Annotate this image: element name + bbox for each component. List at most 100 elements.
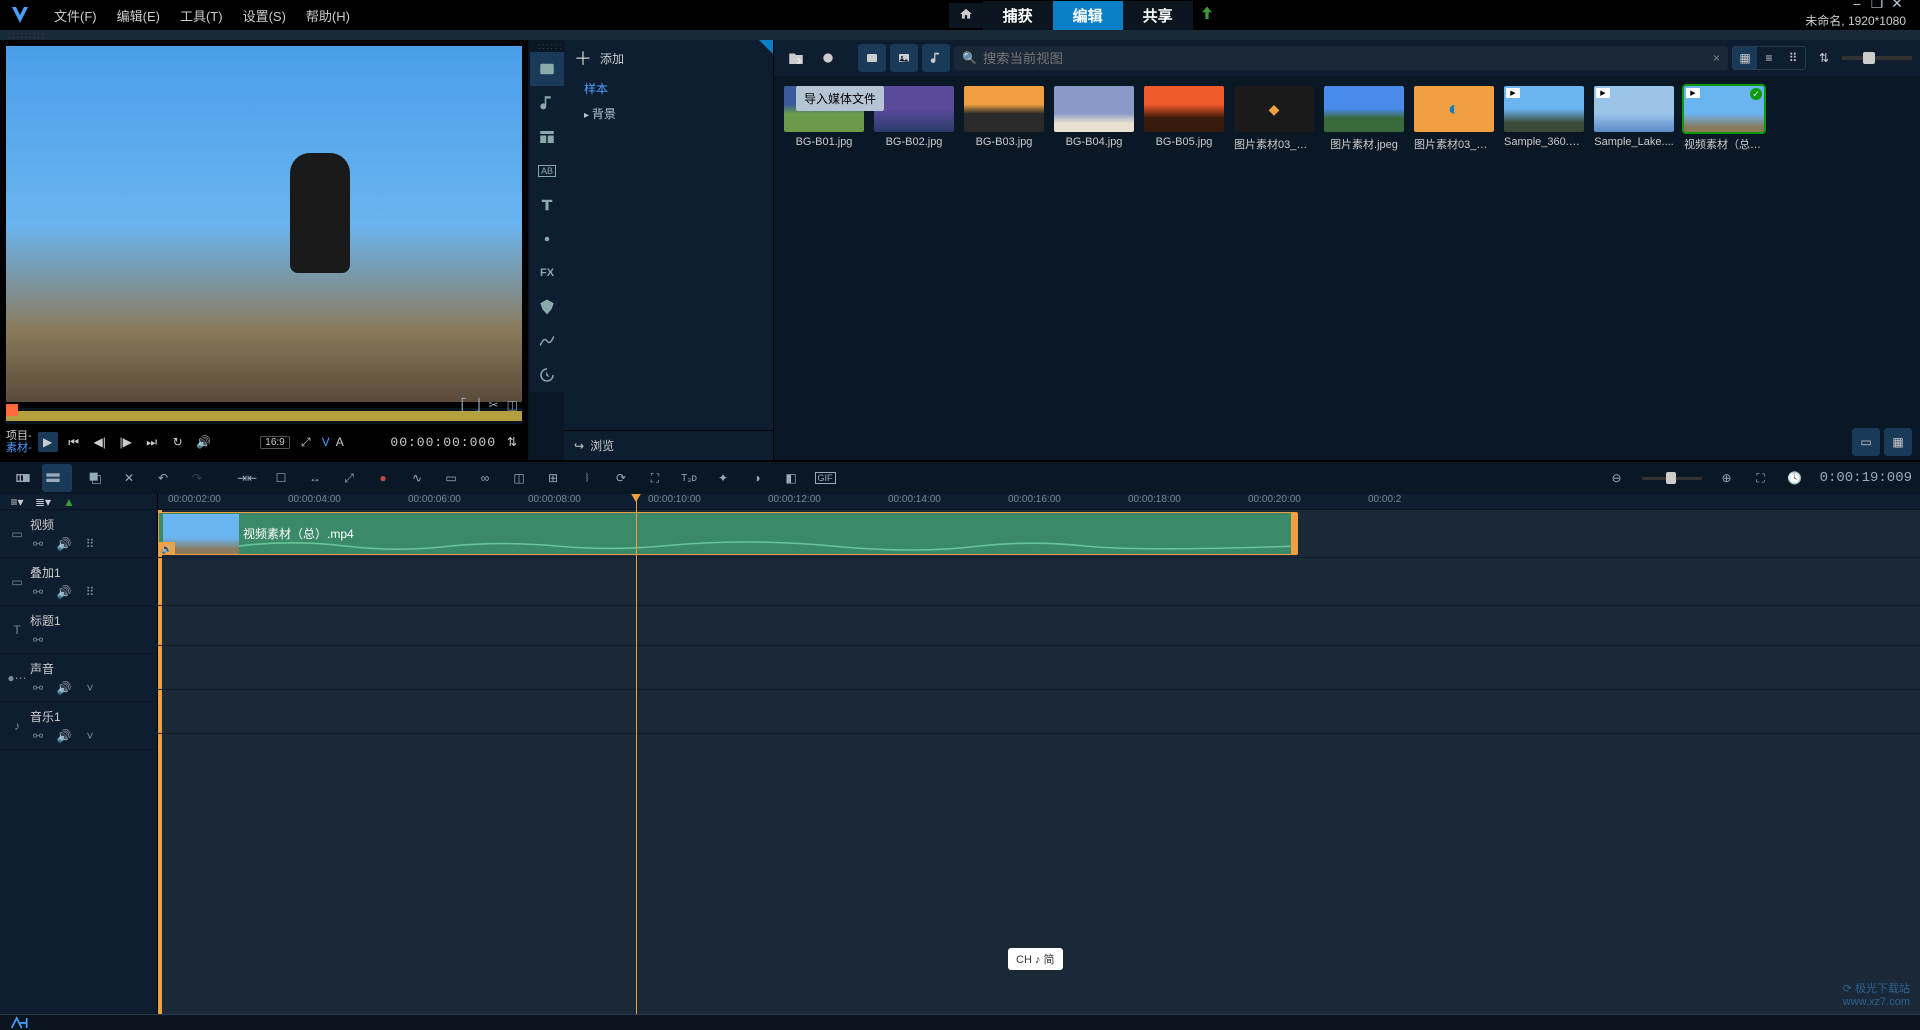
tab-edit[interactable]: 编辑 [1053,1,1123,30]
split-icon[interactable]: ◫ [507,398,518,412]
cat-color-icon[interactable] [530,290,564,324]
link-icon[interactable]: ⚯ [30,584,46,600]
mark-out-icon[interactable]: ⎦ [475,398,481,412]
track-header[interactable]: ▭叠加1⚯🔊⠿ [0,558,157,606]
mute-icon[interactable]: 🔊 [56,728,72,744]
home-button[interactable] [949,3,983,28]
clear-search-button[interactable]: × [1713,51,1720,65]
tl-track-icon[interactable]: ⦚ [572,464,602,492]
foot-btn-1[interactable]: ▭ [1852,428,1880,456]
track-lane-music[interactable] [158,690,1920,734]
loop-button[interactable]: ↻ [168,432,188,452]
tl-chain-icon[interactable]: ∞ [470,464,500,492]
tl-effects-icon[interactable]: ✦ [708,464,738,492]
media-item[interactable]: BG-B05.jpg [1144,86,1224,152]
track-lane-title[interactable] [158,606,1920,646]
prev-frame-button[interactable]: ◀| [90,432,110,452]
cat-title-icon[interactable] [530,188,564,222]
snap-icon[interactable]: ⠿ [82,584,98,600]
menu-help[interactable]: 帮助(H) [296,6,360,25]
foot-btn-2[interactable]: ▦ [1884,428,1912,456]
minimize-button[interactable]: − [1848,0,1866,12]
link-icon[interactable]: ⚯ [30,632,46,648]
aspect-ratio-toggle[interactable]: 16:9 [260,436,289,449]
snap-icon[interactable]: ⠿ [82,536,98,552]
tl-color-icon[interactable]: ◧ [776,464,806,492]
link-icon[interactable]: ⚯ [30,728,46,744]
filter-image-button[interactable] [890,44,918,72]
import-media-button[interactable] [782,44,810,72]
go-start-button[interactable]: ⏮ [64,432,84,452]
thumb-size-slider[interactable] [1842,56,1912,60]
media-item[interactable]: 图片素材.jpeg [1324,86,1404,152]
zoom-slider[interactable] [1642,477,1702,480]
cut-icon[interactable]: ✂ [489,398,499,412]
mute-icon[interactable]: 🔊 [56,536,72,552]
cat-speed-icon[interactable] [530,358,564,392]
menu-tools[interactable]: 工具(T) [170,6,233,25]
track-header[interactable]: ●⋯声音⚯🔊˅ [0,654,157,702]
tl-copy-icon[interactable] [80,464,110,492]
mark-in-icon[interactable]: ⎡ [461,398,467,412]
cat-overlay-icon[interactable] [530,222,564,256]
add-media-button[interactable]: ＋ 添加 [564,40,773,76]
media-item[interactable]: ▶Sample_360.m... [1504,86,1584,152]
tl-mixer-icon[interactable]: ∿ [402,464,432,492]
tl-timeline-icon[interactable] [42,464,72,492]
cat-audio-icon[interactable] [530,86,564,120]
filter-video-button[interactable] [858,44,886,72]
media-item[interactable]: BG-B04.jpg [1054,86,1134,152]
tree-sample[interactable]: 样本 [564,76,773,101]
mute-icon[interactable]: 🔊 [56,584,72,600]
media-item[interactable]: BG-B03.jpg [964,86,1044,152]
zoom-in-icon[interactable]: ⊕ [1712,464,1742,492]
expand-icon[interactable]: ˅ [82,728,98,744]
tl-storyboard-icon[interactable] [8,464,38,492]
clip-handle-right[interactable] [1291,513,1297,554]
volume-button[interactable]: 🔊 [194,432,214,452]
panel-drag-handle-top[interactable]: ::::::::: [0,30,1920,40]
sort-button[interactable]: ⇅ [1810,44,1838,72]
zoom-out-icon[interactable]: ⊖ [1602,464,1632,492]
tl-chapter-icon[interactable]: ▭ [436,464,466,492]
tl-mask-icon[interactable]: ◑ [742,464,772,492]
tl-gif-icon[interactable]: GIF [810,464,840,492]
tl-cue-icon[interactable]: ◫ [504,464,534,492]
cat-fx-icon[interactable]: FX [530,256,564,290]
menu-file[interactable]: 文件(F) [44,6,107,25]
track-lane-overlay[interactable] [158,558,1920,606]
track-header[interactable]: T标题1⚯ [0,606,157,654]
tl-record-icon[interactable]: ● [368,464,398,492]
browse-button[interactable]: ↪ 浏览 [564,430,774,460]
menu-edit[interactable]: 编辑(E) [107,6,170,25]
track-lane-video[interactable]: 视频素材（总）.mp4 🔊 [158,510,1920,558]
fit-project-icon[interactable]: ⛶ [1746,464,1776,492]
tl-safe-icon[interactable]: ☐ [266,464,296,492]
tl-crop-icon[interactable]: ⛶ [640,464,670,492]
clip-volume-badge[interactable]: 🔊 [159,542,175,555]
track-header[interactable]: ♪音乐1⚯🔊˅ [0,702,157,750]
maximize-button[interactable]: ❐ [1868,0,1886,12]
library-search[interactable]: 🔍 × [954,46,1728,70]
preview-viewport[interactable] [6,46,522,402]
media-item[interactable]: ▶✓视频素材（总）... [1684,86,1764,152]
tl-undo-icon[interactable]: ↶ [148,464,178,492]
tl-tools-icon[interactable]: ✕ [114,464,144,492]
link-icon[interactable]: ⚯ [30,536,46,552]
close-button[interactable]: ✕ [1888,0,1906,12]
play-button[interactable]: ▶ [38,432,58,452]
th-compact-icon[interactable]: ≣▾ [34,495,52,509]
tl-stretch-icon[interactable]: ↔ [300,464,330,492]
media-item[interactable]: ▶Sample_Lake.... [1594,86,1674,152]
tl-3dtext-icon[interactable]: T₃ᴅ [674,464,704,492]
video-clip[interactable]: 视频素材（总）.mp4 🔊 [158,512,1298,555]
library-search-input[interactable] [983,51,1713,66]
display-options-button[interactable]: ⤢ [296,432,316,452]
go-end-button[interactable]: ⏭ [142,432,162,452]
th-list-icon[interactable]: ≡▾ [8,495,26,509]
playhead[interactable] [636,494,637,1014]
view-large-icon[interactable]: ▦ [1733,47,1757,69]
th-expand-icon[interactable]: ▲ [60,495,78,509]
tree-background[interactable]: 背景 [564,101,773,126]
record-button[interactable] [814,44,842,72]
